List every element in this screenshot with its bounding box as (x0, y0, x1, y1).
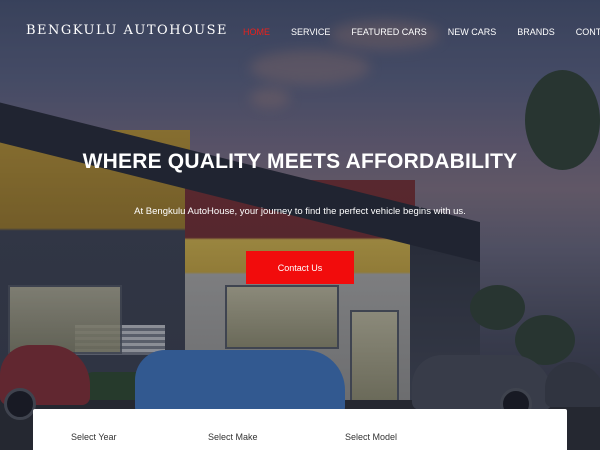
car-search-panel: Select Year Select Make Select Model (33, 409, 567, 450)
select-make-dropdown[interactable]: Select Make (208, 432, 258, 442)
contact-us-button[interactable]: Contact Us (246, 251, 354, 284)
nav-link-featured-cars[interactable]: FEATURED CARS (351, 27, 426, 37)
hero-subtitle: At Bengkulu AutoHouse, your journey to f… (134, 206, 466, 217)
hero-overlay (0, 0, 600, 450)
select-year-dropdown[interactable]: Select Year (71, 432, 117, 442)
nav-link-brands[interactable]: BRANDS (517, 27, 555, 37)
nav-link-home[interactable]: HOME (243, 27, 270, 37)
nav-link-service[interactable]: SERVICE (291, 27, 330, 37)
nav-menu: HOME SERVICE FEATURED CARS NEW CARS BRAN… (243, 27, 600, 37)
navbar: BENGKULU AUTOHOUSE HOME SERVICE FEATURED… (0, 0, 600, 64)
brand-logo[interactable]: BENGKULU AUTOHOUSE (26, 23, 228, 38)
nav-link-new-cars[interactable]: NEW CARS (448, 27, 497, 37)
hero-background-image (0, 0, 600, 450)
select-model-dropdown[interactable]: Select Model (345, 432, 397, 442)
page: BENGKULU AUTOHOUSE HOME SERVICE FEATURED… (0, 0, 600, 450)
hero-title: WHERE QUALITY MEETS AFFORDABILITY (82, 150, 518, 173)
nav-link-contact[interactable]: CONTACT (576, 27, 600, 37)
